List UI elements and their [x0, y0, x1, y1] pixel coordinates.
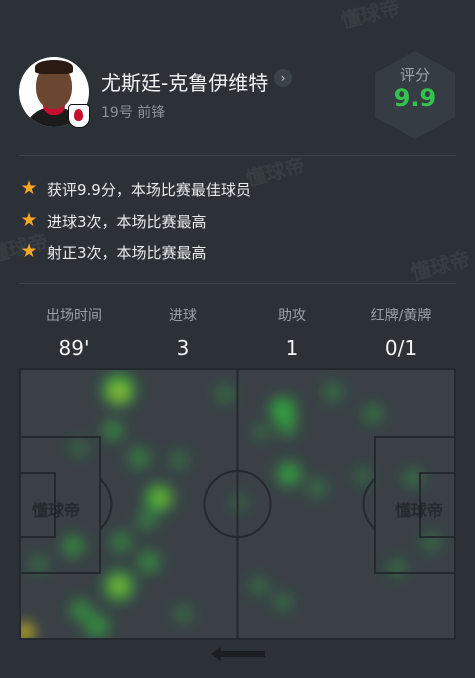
stat-value: 89'	[58, 336, 90, 360]
stat-label: 进球	[169, 308, 197, 324]
star-icon: ★	[20, 209, 38, 231]
heatmap-layer	[21, 374, 440, 638]
stat-label: 红牌/黄牌	[370, 308, 432, 324]
stat-minutes: 出场时间 89'	[19, 306, 129, 360]
stat-label: 助攻	[278, 308, 306, 324]
highlight-text: 射正3次，本场比赛最高	[47, 244, 207, 262]
watermark: 懂球帝	[395, 501, 444, 520]
chevron-right-icon[interactable]: ›	[274, 69, 292, 87]
rating-value: 9.9	[393, 84, 437, 112]
stats-row: 出场时间 89' 进球 3 助攻 1 红牌/黄牌 0/1	[19, 306, 456, 362]
back-arrow-icon[interactable]	[211, 643, 267, 665]
stat-value: 1	[285, 336, 299, 360]
stat-value: 3	[176, 336, 190, 360]
player-header: 尤斯廷-克鲁伊维特 › 19号 前锋 评分 9.9	[0, 0, 475, 155]
divider	[19, 283, 456, 284]
divider	[19, 155, 456, 156]
stat-cards: 红牌/黄牌 0/1	[346, 306, 456, 360]
club-badge-icon	[68, 104, 90, 128]
highlight-text: 获评9.9分，本场比赛最佳球员	[47, 181, 251, 199]
star-icon: ★	[20, 177, 38, 199]
pitch-markings	[21, 370, 454, 638]
watermark: 懂球帝	[408, 247, 473, 285]
stat-assists: 助攻 1	[237, 306, 347, 360]
rating-label: 评分	[399, 66, 430, 84]
stat-goals: 进球 3	[128, 306, 238, 360]
heatmap-pitch: 懂球帝 懂球帝	[19, 368, 456, 640]
star-icon: ★	[20, 240, 38, 262]
highlight-text: 进球3次，本场比赛最高	[47, 213, 207, 231]
stat-label: 出场时间	[46, 308, 102, 324]
rating-badge: 评分 9.9	[375, 51, 455, 139]
stat-value: 0/1	[384, 336, 418, 360]
player-number-position: 19号 前锋	[101, 105, 166, 121]
pitch-lines	[21, 370, 454, 638]
watermark: 懂球帝	[32, 501, 81, 520]
player-name[interactable]: 尤斯廷-克鲁伊维特	[101, 67, 268, 96]
